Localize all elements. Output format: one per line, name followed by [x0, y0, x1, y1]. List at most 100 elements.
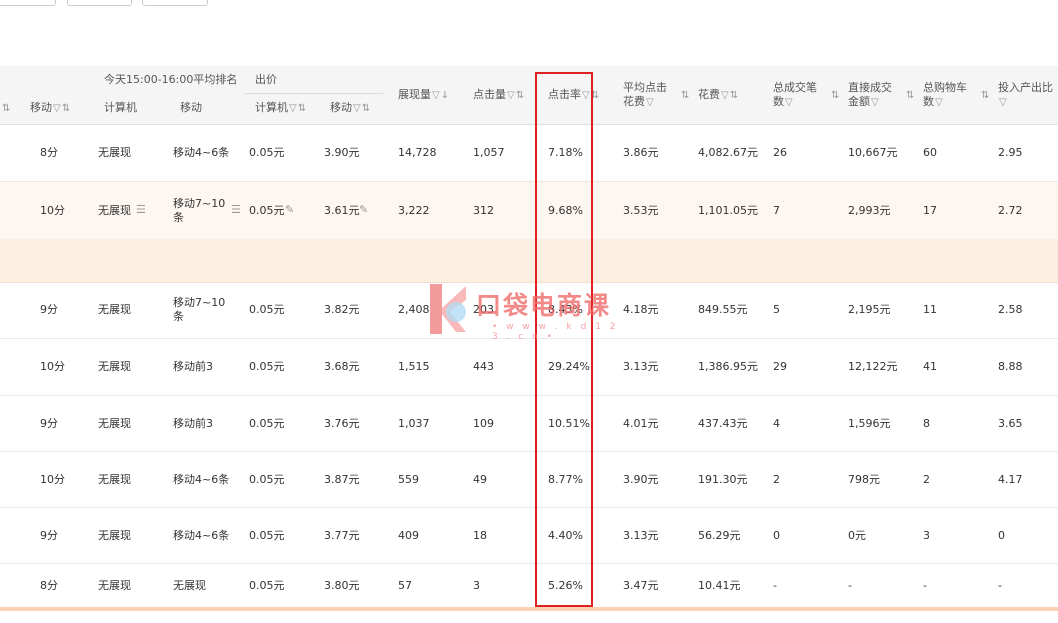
sort-icon[interactable]: ⇅ [730, 90, 738, 101]
table-row[interactable]: 8分 无展现 移动4~6条 0.05元 3.90元 14,728 1,057 7.18% 3.8… [0, 125, 1058, 182]
cell-bid-mobile: 3.80元 [324, 578, 360, 592]
col-total-cart[interactable]: 总购物车数▽ [923, 81, 975, 110]
cell-roi: - [998, 578, 1002, 592]
cell-orders: 2 [773, 472, 780, 486]
filter-icon[interactable]: ▽ [353, 103, 361, 114]
cell-mobile-score: 9分 [40, 528, 58, 542]
col-avg-cpc[interactable]: 平均点击花费▽ [623, 81, 675, 110]
cell-spend: 10.41元 [698, 578, 741, 592]
cell-orders: 0 [773, 528, 780, 542]
cell-avg-cpc: 3.53元 [623, 203, 659, 217]
cell-gmv: 1,596元 [848, 416, 891, 430]
cell-gmv: 12,122元 [848, 360, 898, 373]
cell-bid-mobile: 3.61元 [324, 203, 360, 217]
cell-mobile-score: 8分 [40, 578, 58, 592]
cell-avg-cpc: 3.13元 [623, 360, 659, 373]
cell-roi: 2.95 [998, 146, 1023, 159]
sort-icon[interactable]: ⇅ [516, 90, 524, 101]
table-footer-line [0, 607, 1058, 611]
cell-avg-cpc: 3.86元 [623, 146, 659, 159]
cell-clicks: 18 [473, 528, 487, 542]
cell-rank-pc: 无展现 [98, 360, 131, 373]
filter-icon[interactable]: ▽ [507, 90, 515, 101]
filter-icon[interactable]: ▽ [432, 90, 440, 101]
cell-spend: 4,082.67元 [698, 146, 758, 159]
cell-orders: 5 [773, 303, 780, 316]
sort-icon[interactable]: ⇅ [905, 88, 914, 103]
cell-bid-pc: 0.05元 [249, 472, 285, 486]
col-roi[interactable]: 投入产出比▽ [998, 81, 1053, 110]
cell-clicks: 312 [473, 203, 494, 217]
col-bid-pc[interactable]: 计算机▽⇅ [255, 101, 306, 116]
sort-icon[interactable]: ⇅ [1, 101, 10, 116]
cell-impressions: 57 [398, 578, 412, 592]
table-row[interactable]: 9分 无展现 移动前3 0.05元 3.76元 1,037 109 10.51% 4.01元 43… [0, 396, 1058, 452]
cell-rank-pc: 无展现 [98, 416, 131, 430]
cell-spend: 437.43元 [698, 416, 748, 430]
sort-icon[interactable]: ⇅ [362, 103, 370, 114]
col-impressions[interactable]: 展现量▽↓ [398, 88, 449, 103]
cell-bid-mobile: 3.77元 [324, 528, 360, 542]
cell-rank-pc: 无展现 [98, 472, 131, 486]
cell-rank-pc: 无展现 [98, 146, 131, 159]
cell-orders: 7 [773, 203, 780, 217]
table-header: ⇅ 移动▽⇅ 今天15:00-16:00平均排名 出价 计算机 移动 计算机▽⇅… [0, 66, 1058, 125]
table-row[interactable]: 10分 无展现 移动前3 0.05元 3.68元 1,515 443 29.24% 3.13元 1… [0, 339, 1058, 396]
cell-cart: 60 [923, 146, 937, 159]
cell-rank-mobile: 移动4~6条 [173, 528, 230, 542]
cell-rank-pc: 无展现 [98, 578, 131, 592]
col-bid-mobile[interactable]: 移动▽⇅ [330, 101, 370, 116]
col-spend[interactable]: 花费▽⇅ [698, 88, 738, 103]
cell-cart: 17 [923, 203, 937, 217]
cell-spend: 1,386.95元 [698, 360, 758, 373]
sort-desc-icon[interactable]: ↓ [441, 90, 449, 101]
list-settings-icon[interactable]: ☰ [136, 203, 146, 217]
edit-pencil-icon[interactable]: ✎ [285, 203, 294, 217]
watermark-url: • w w w . k d 1 2 3 . c n • [492, 322, 619, 342]
cell-gmv: - [848, 578, 852, 592]
table-row[interactable]: 10分 无展现 移动4~6条 0.05元 3.87元 559 49 8.77% 3.90元 191… [0, 452, 1058, 508]
sort-icon[interactable]: ⇅ [680, 88, 689, 103]
edit-pencil-icon[interactable]: ✎ [359, 203, 368, 217]
col-mobile-score[interactable]: 移动▽⇅ [30, 101, 70, 116]
cell-rank-mobile: 移动4~6条 [173, 146, 230, 159]
cell-avg-cpc: 4.18元 [623, 303, 659, 316]
col-total-orders[interactable]: 总成交笔数▽ [773, 81, 825, 110]
filter-icon[interactable]: ▽ [999, 97, 1007, 108]
cell-clicks: 109 [473, 416, 494, 430]
cell-mobile-score: 9分 [40, 416, 58, 430]
sort-icon[interactable]: ⇅ [62, 103, 70, 114]
filter-icon[interactable]: ▽ [53, 103, 61, 114]
filter-icon[interactable]: ▽ [721, 90, 729, 101]
table-row[interactable]: 9分 无展现 移动4~6条 0.05元 3.77元 409 18 4.40% 3.13元 56.2… [0, 508, 1058, 564]
cell-impressions: 1,037 [398, 416, 430, 430]
col-direct-gmv[interactable]: 直接成交金额▽ [848, 81, 902, 110]
cell-bid-pc: 0.05元 [249, 146, 285, 159]
sort-icon[interactable]: ⇅ [980, 88, 989, 103]
filter-icon[interactable]: ▽ [785, 97, 793, 108]
cell-orders: 26 [773, 146, 787, 159]
toolbar-button-1[interactable] [0, 0, 56, 6]
filter-icon[interactable]: ▽ [935, 97, 943, 108]
cell-bid-pc: 0.05元 [249, 360, 285, 373]
list-settings-icon[interactable]: ☰ [231, 203, 241, 217]
col-clicks[interactable]: 点击量▽⇅ [473, 88, 524, 103]
cell-rank-mobile: 移动7~10条 [173, 296, 226, 323]
filter-icon[interactable]: ▽ [289, 103, 297, 114]
cell-roi: 2.72 [998, 203, 1023, 217]
filter-icon[interactable]: ▽ [871, 97, 879, 108]
toolbar-button-2[interactable] [67, 0, 132, 6]
cell-impressions: 409 [398, 528, 419, 542]
table-row[interactable]: 10分 无展现 ☰ 移动7~10条 ☰ 0.05元 ✎ 3.61元 ✎ 3,222 312 9.68%… [0, 182, 1058, 240]
sort-icon[interactable]: ⇅ [830, 88, 839, 103]
cell-mobile-score: 10分 [40, 360, 65, 373]
toolbar-button-3[interactable] [142, 0, 208, 6]
col-rank-pc: 计算机 [104, 101, 137, 114]
table-row[interactable]: 8分 无展现 无展现 0.05元 3.80元 57 3 5.26% 3.47元 10.41元 - - -… [0, 564, 1058, 608]
cell-cart: 3 [923, 528, 930, 542]
cell-rank-mobile: 移动7~10条 [173, 196, 226, 224]
cell-impressions: 3,222 [398, 203, 430, 217]
filter-icon[interactable]: ▽ [646, 97, 654, 108]
cell-impressions: 2,408 [398, 303, 430, 316]
sort-icon[interactable]: ⇅ [298, 103, 306, 114]
